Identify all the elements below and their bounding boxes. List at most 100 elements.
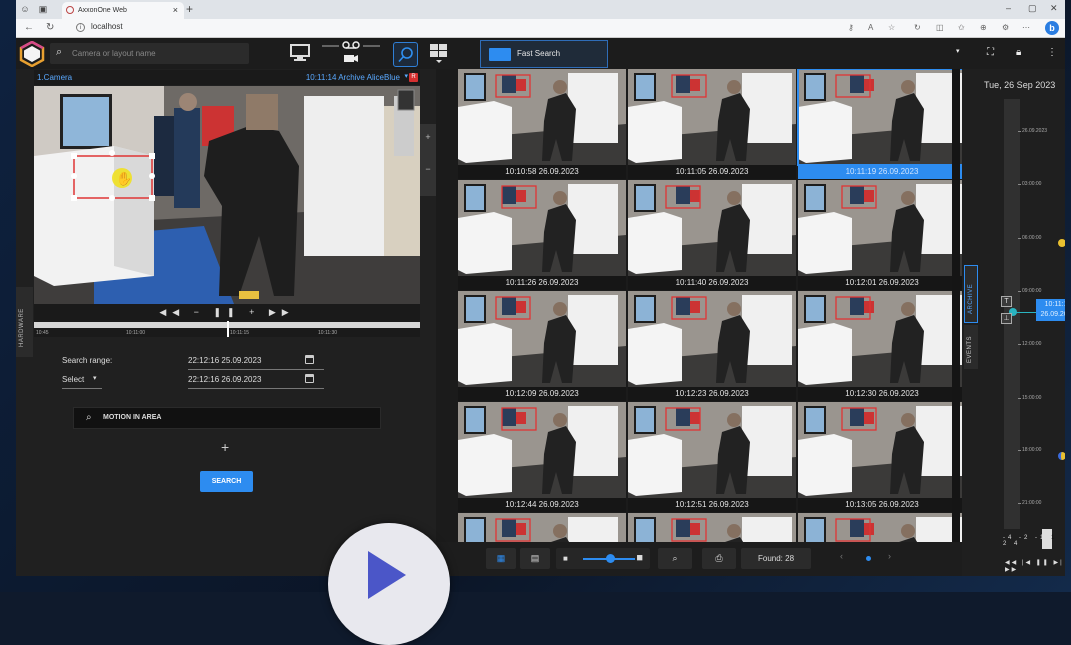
result-thumbnail[interactable]: 10:11:19 26.09.2023 — [797, 69, 962, 179]
range-from-field[interactable]: 22:12:16 25.09.2023 — [188, 356, 261, 365]
tab-actions-icon[interactable]: ▣ — [38, 4, 48, 14]
range-to-field[interactable]: 22:12:16 26.09.2023 — [188, 375, 261, 384]
zoom-out-icon[interactable]: − — [194, 307, 205, 317]
zoom-minus-icon[interactable]: − — [420, 164, 436, 174]
list-view-button[interactable]: ▤ — [520, 548, 550, 569]
speed-option[interactable]: 1 — [1051, 535, 1057, 541]
speed-option[interactable]: 4 — [1014, 541, 1020, 547]
result-thumbnail[interactable]: 10:12:44 26.09.2023 — [458, 402, 626, 512]
grid-view-button[interactable]: ▦ — [486, 548, 516, 569]
archive-tape-icon[interactable] — [322, 40, 380, 66]
result-thumbnail[interactable]: 10:11:26 26.09.2023 — [458, 180, 626, 290]
calendar-icon[interactable] — [305, 355, 314, 364]
lock-icon[interactable]: 🔒︎ — [1016, 47, 1021, 58]
result-thumbnail[interactable]: 10:12:01 26.09.2023 — [798, 180, 962, 290]
fast-forward-icon[interactable]: ▶▶ — [1005, 567, 1018, 573]
camera-timeline[interactable]: 10:45 10:11:00 10:11:15 10:11:30 — [34, 320, 420, 337]
close-window-icon[interactable]: ✕ — [1050, 3, 1058, 14]
rewind-icon[interactable]: ◀◀ — [159, 307, 185, 317]
calendar-icon[interactable] — [305, 374, 314, 383]
close-tab-icon[interactable]: × — [173, 2, 178, 19]
collections-icon[interactable]: ⊕ — [980, 23, 987, 32]
step-back-icon[interactable]: |◀ — [1022, 560, 1032, 566]
new-tab-icon[interactable]: + — [186, 2, 193, 16]
browser-tab-axxonone[interactable]: AxxonOne Web × — [62, 2, 184, 19]
archive-side-tab[interactable]: ARCHIVE — [964, 265, 978, 323]
pause-icon[interactable]: ❚❚ — [1036, 560, 1050, 566]
result-thumbnail[interactable] — [458, 513, 626, 542]
speed-selector[interactable]: -4 -2 -1 1 2 4 — [1003, 535, 1065, 547]
key-icon[interactable]: ⚷ — [848, 23, 854, 32]
jump-bottom-icon[interactable]: ⊥ — [1001, 313, 1012, 324]
layout-dropdown-icon[interactable]: ▾ — [956, 47, 960, 55]
speed-option[interactable]: -1 — [1035, 535, 1046, 541]
result-thumbnail[interactable]: 10:13:05 26.09.2023 — [798, 402, 962, 512]
add-filter-icon[interactable]: + — [221, 439, 229, 455]
fast-search-tool-button[interactable] — [393, 42, 418, 67]
search-button[interactable]: SEARCH — [200, 471, 253, 492]
large-size-icon[interactable]: ■ — [636, 548, 643, 569]
timeline-position-marker[interactable] — [227, 321, 229, 337]
event-marker-icon[interactable] — [1058, 239, 1065, 247]
monitor-icon[interactable] — [290, 44, 310, 62]
minimize-icon[interactable]: – — [1006, 3, 1011, 13]
result-thumbnail[interactable]: 10:10:58 26.09.2023 — [458, 69, 626, 179]
pause-icon[interactable]: ❚❚ — [213, 307, 240, 317]
camera-search-box[interactable]: ⌕ — [50, 43, 249, 64]
next-page-icon[interactable]: › — [888, 551, 891, 561]
favorite-star-icon[interactable]: ☆ — [888, 23, 895, 32]
result-thumbnail[interactable] — [628, 513, 796, 542]
layout-grid-icon[interactable] — [430, 44, 448, 64]
print-button[interactable]: ⎙ — [702, 548, 736, 569]
speed-option[interactable]: -2 — [1019, 535, 1030, 541]
split-screen-icon[interactable]: ◫ — [936, 23, 944, 32]
camera-video-view[interactable]: ✋ — [34, 86, 420, 304]
result-thumbnail[interactable]: 10:12:51 26.09.2023 — [628, 402, 796, 512]
url-field[interactable]: localhost — [91, 22, 123, 31]
video-play-overlay-button[interactable] — [328, 523, 450, 645]
motion-in-area-filter[interactable]: ⌕ MOTION IN AREA — [73, 407, 381, 429]
speed-option[interactable]: 2 — [1003, 541, 1009, 547]
result-thumbnail[interactable]: 10:11:40 26.09.2023 — [628, 180, 796, 290]
read-aloud-icon[interactable]: A — [868, 23, 873, 32]
refresh-icon[interactable]: ↻ — [46, 22, 54, 33]
page-indicator[interactable] — [866, 556, 871, 561]
camera-archive-info[interactable]: 10:11:14 Archive AliceBlue — [306, 73, 400, 82]
hardware-side-tab[interactable]: HARDWARE — [16, 287, 33, 357]
camera-name[interactable]: 1.Camera — [37, 73, 72, 82]
refresh-page-icon[interactable]: ↻ — [914, 23, 921, 32]
result-thumbnail[interactable]: 10:12:30 26.09.2023 — [798, 291, 962, 401]
zoom-in-icon[interactable]: + — [249, 307, 260, 317]
archive-dropdown-icon[interactable]: ▾ — [404, 72, 408, 80]
events-side-tab[interactable]: EVENTS — [964, 325, 978, 369]
camera-search-input[interactable] — [72, 46, 242, 61]
result-thumbnail[interactable]: 10:11:05 26.09.2023 — [628, 69, 796, 179]
results-scrollbar[interactable] — [952, 69, 960, 542]
event-marker-icon[interactable] — [1058, 452, 1065, 460]
favorites-icon[interactable]: ✩ — [958, 23, 965, 32]
step-forward-icon[interactable]: ▶| — [1054, 560, 1064, 566]
back-icon[interactable]: ← — [24, 22, 34, 33]
zoom-plus-icon[interactable]: + — [420, 132, 436, 142]
app-menu-icon[interactable]: ⋮ — [1047, 47, 1057, 58]
extensions-icon[interactable]: ⚙ — [1002, 23, 1009, 32]
site-info-icon[interactable]: i — [76, 23, 85, 32]
small-size-icon[interactable]: ■ — [563, 548, 568, 569]
fast-search-layout-tab[interactable]: Fast Search — [480, 40, 608, 68]
select-dropdown[interactable]: Select — [62, 375, 84, 384]
fast-forward-icon[interactable]: ▶▶ — [269, 307, 295, 317]
result-thumbnail[interactable]: 10:12:23 26.09.2023 — [628, 291, 796, 401]
previous-page-icon[interactable]: ‹ — [840, 551, 843, 561]
select-dropdown-caret-icon[interactable]: ▾ — [93, 374, 97, 382]
jump-top-icon[interactable]: T — [1001, 296, 1012, 307]
profile-icon[interactable]: ☺ — [20, 4, 30, 14]
rewind-icon[interactable]: ◀◀ — [1005, 560, 1018, 566]
result-thumbnail[interactable] — [798, 513, 962, 542]
maximize-icon[interactable]: ▢ — [1028, 3, 1037, 14]
thumbnail-size-slider-knob[interactable] — [606, 554, 615, 563]
bing-copilot-icon[interactable]: b — [1045, 21, 1059, 35]
zoom-button[interactable]: ⌕ — [658, 548, 692, 569]
result-thumbnail[interactable]: 10:12:09 26.09.2023 — [458, 291, 626, 401]
fullscreen-icon[interactable]: ⛶ — [987, 47, 994, 58]
more-menu-icon[interactable]: ⋯ — [1022, 23, 1030, 32]
